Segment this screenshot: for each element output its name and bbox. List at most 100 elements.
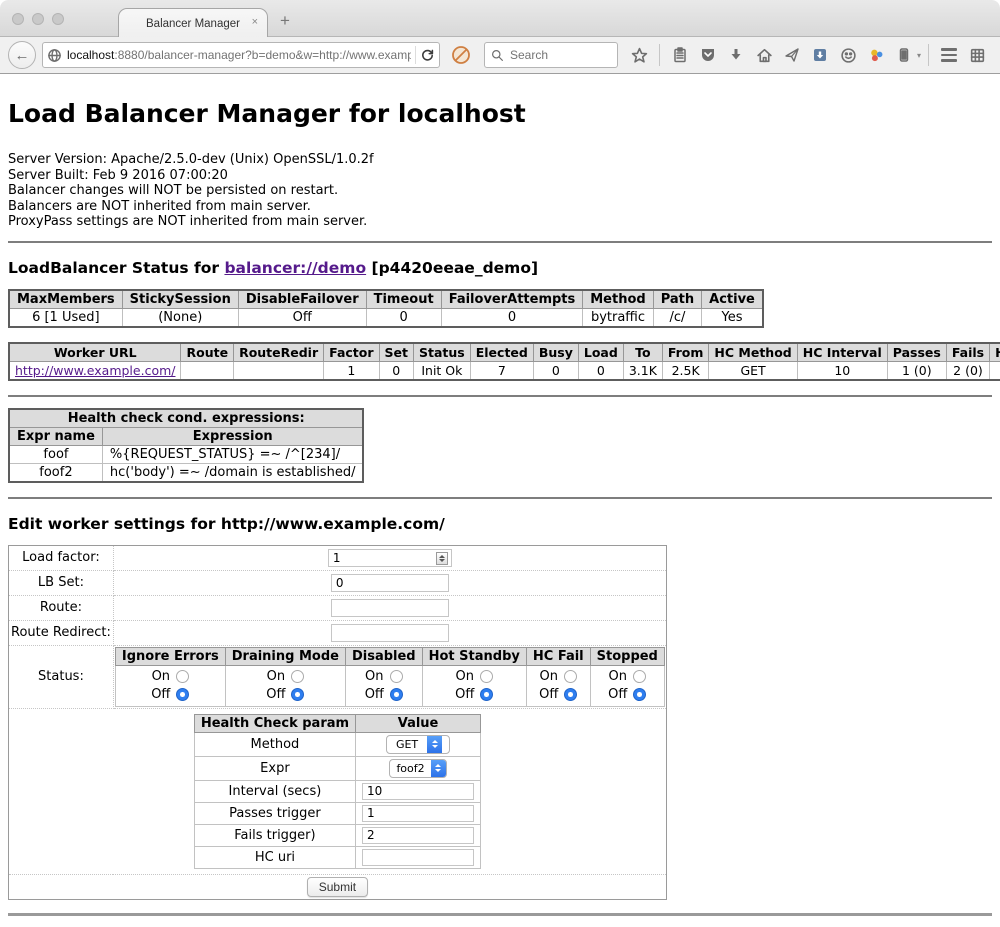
url-bar[interactable]: localhost:8880/balancer-manager?b=demo&w… <box>42 42 440 68</box>
tab-title: Balancer Manager <box>146 18 240 30</box>
stopped-on-radio[interactable] <box>633 670 646 683</box>
server-built-line: Server Built: Feb 9 2016 07:00:20 <box>8 168 992 184</box>
hc-interval-input[interactable] <box>362 783 474 800</box>
hc-passes-label: Passes trigger <box>194 802 355 824</box>
downloads-icon[interactable] <box>723 42 749 68</box>
hc-expr-select[interactable]: foof2 <box>389 759 446 778</box>
tab-balancer-manager[interactable]: Balancer Manager × <box>118 8 268 38</box>
ignore-errors-off-radio[interactable] <box>176 688 189 701</box>
pocket-icon[interactable] <box>695 42 721 68</box>
hc-expr-label: Expr <box>194 756 355 780</box>
col-hot-standby: Hot Standby <box>422 647 526 665</box>
send-plane-icon[interactable] <box>779 42 805 68</box>
route-redirect-input[interactable] <box>331 624 449 642</box>
lb-set-row: LB Set: <box>9 570 667 595</box>
hc-expr-title: Health check cond. expressions: <box>9 409 363 428</box>
hc-uri-row: HC uri <box>194 846 480 868</box>
stopped-off-radio[interactable] <box>633 688 646 701</box>
disabled-off-radio[interactable] <box>390 688 403 701</box>
draining-mode-on-radio[interactable] <box>291 670 304 683</box>
zoom-window-button[interactable] <box>52 13 64 25</box>
url-path: :8880/balancer-manager?b=demo&w=http://w… <box>114 48 411 62</box>
ignore-errors-on-radio[interactable] <box>176 670 189 683</box>
container-battery-icon[interactable] <box>891 42 917 68</box>
divider-3 <box>8 497 992 499</box>
hot-standby-on-radio[interactable] <box>480 670 493 683</box>
lb-set-label: LB Set: <box>9 570 114 595</box>
search-input[interactable] <box>508 47 608 63</box>
tab-close-icon[interactable]: × <box>252 16 258 28</box>
navigation-toolbar: ← localhost:8880/balancer-manager?b=demo… <box>0 37 1000 74</box>
new-tab-button[interactable]: + <box>280 12 290 29</box>
route-input[interactable] <box>331 599 449 617</box>
clipboard-icon[interactable] <box>667 42 693 68</box>
hc-expr-row: Expr foof2 <box>194 756 480 780</box>
url-divider <box>415 46 416 64</box>
col-health-value: Value <box>356 714 481 732</box>
url-input[interactable]: localhost:8880/balancer-manager?b=demo&w… <box>67 48 411 62</box>
hc-fails-row: Fails trigger) <box>194 824 480 846</box>
persist-note-line: Balancer changes will NOT be persisted o… <box>8 183 992 199</box>
search-icon <box>491 49 504 62</box>
hc-passes-input[interactable] <box>362 805 474 822</box>
toolbar-separator <box>659 44 660 66</box>
edit-worker-heading: Edit worker settings for http://www.exam… <box>8 515 992 533</box>
balancer-data-row: 6 [1 Used] (None) Off 0 0 bytraffic /c/ … <box>9 308 763 327</box>
worker-header-row: Worker URL Route RouteRedir Factor Set S… <box>9 343 1000 362</box>
hc-fails-input[interactable] <box>362 827 474 844</box>
lb-set-input[interactable] <box>331 574 449 592</box>
page-title: Load Balancer Manager for localhost <box>8 99 992 128</box>
col-health-param: Health Check param <box>194 714 355 732</box>
extension-download-box-icon[interactable] <box>807 42 833 68</box>
toolbar-separator-2 <box>928 44 929 66</box>
col-stickysession: StickySession <box>122 290 238 309</box>
draining-mode-off-radio[interactable] <box>291 688 304 701</box>
grid-extension-icon[interactable] <box>964 42 990 68</box>
hc-uri-input[interactable] <box>362 849 474 866</box>
balancer-heading-suffix: [p4420eeae_demo] <box>372 259 539 277</box>
hc-passes-row: Passes trigger <box>194 802 480 824</box>
bookmark-star-icon[interactable] <box>626 42 652 68</box>
route-redirect-row: Route Redirect: <box>9 620 667 645</box>
close-window-button[interactable] <box>12 13 24 25</box>
search-bar[interactable] <box>484 42 618 68</box>
health-check-table: Health Check param Value Method GET <box>194 714 481 869</box>
load-factor-input[interactable] <box>328 549 452 567</box>
home-icon[interactable] <box>751 42 777 68</box>
balancer-status-heading: LoadBalancer Status for balancer://demo … <box>8 259 992 277</box>
hc-fail-off-radio[interactable] <box>564 688 577 701</box>
worker-url-link[interactable]: http://www.example.com/ <box>15 363 175 378</box>
disabled-on-radio[interactable] <box>390 670 403 683</box>
balancer-demo-link[interactable]: balancer://demo <box>224 259 366 277</box>
route-row: Route: <box>9 595 667 620</box>
hc-expr-row-foof2: foof2 hc('body') =~ /domain is establish… <box>9 463 363 482</box>
submit-button[interactable]: Submit <box>307 877 368 897</box>
status-header-row: Ignore Errors Draining Mode Disabled Hot… <box>115 647 664 665</box>
hc-method-select[interactable]: GET <box>386 735 450 754</box>
chevron-down-icon[interactable]: ▾ <box>917 51 921 60</box>
col-ignore-errors: Ignore Errors <box>115 647 225 665</box>
color-dots-extension-icon[interactable] <box>863 42 889 68</box>
hamburger-bars <box>941 48 957 62</box>
divider-2 <box>8 395 992 397</box>
browser-window: Balancer Manager × + ← localhost:8880/ba… <box>0 0 1000 927</box>
number-spinner-icon[interactable] <box>436 552 448 565</box>
balancer-status-table: MaxMembers StickySession DisableFailover… <box>8 289 764 328</box>
feedback-smiley-icon[interactable] <box>835 42 861 68</box>
hc-interval-label: Interval (secs) <box>194 780 355 802</box>
balancers-note-line: Balancers are NOT inherited from main se… <box>8 199 992 215</box>
back-button[interactable]: ← <box>8 41 36 69</box>
url-host: localhost <box>67 48 114 62</box>
minimize-window-button[interactable] <box>32 13 44 25</box>
hot-standby-off-radio[interactable] <box>480 688 493 701</box>
toolbar-icons: ▾ <box>626 42 990 68</box>
col-disablefailover: DisableFailover <box>238 290 366 309</box>
menu-hamburger-icon[interactable] <box>936 42 962 68</box>
load-factor-row: Load factor: <box>9 545 667 570</box>
hc-uri-label: HC uri <box>194 846 355 868</box>
hc-fail-on-radio[interactable] <box>564 670 577 683</box>
reload-icon[interactable] <box>420 48 435 63</box>
hc-expr-header-row: Expr name Expression <box>9 427 363 445</box>
hc-method-row: Method GET <box>194 732 480 756</box>
content-blocked-icon[interactable] <box>448 42 474 68</box>
